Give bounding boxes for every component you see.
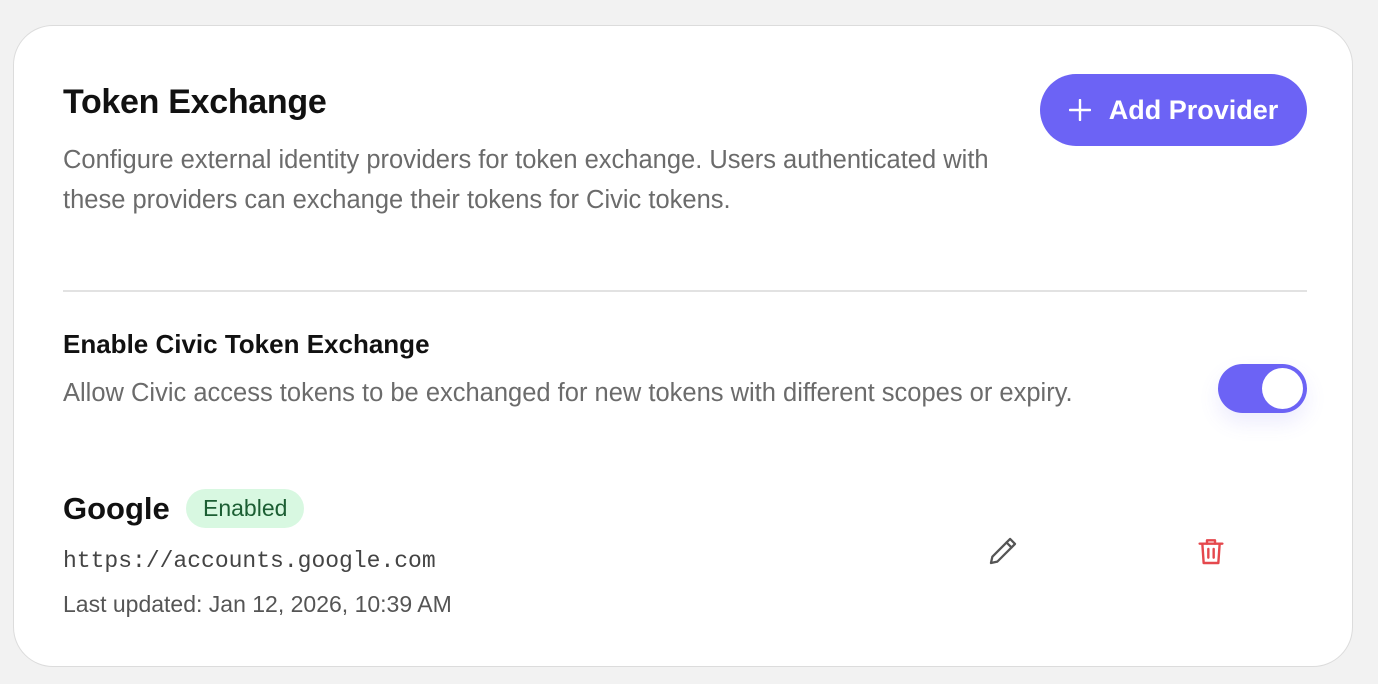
add-provider-label: Add Provider [1108, 94, 1279, 125]
status-badge: Enabled [186, 489, 305, 528]
plus-icon [1068, 99, 1091, 121]
section-description: Configure external identity providers fo… [63, 146, 989, 214]
divider [63, 290, 1307, 292]
token-exchange-card: Token Exchange Configure external identi… [13, 25, 1353, 667]
edit-provider-button[interactable] [983, 533, 1023, 573]
civic-exchange-toggle[interactable] [1218, 364, 1307, 413]
add-provider-button[interactable]: Add Provider [1040, 74, 1307, 146]
provider-url: https://accounts.google.com [63, 548, 436, 574]
delete-provider-button[interactable] [1191, 533, 1231, 573]
pencil-icon [986, 534, 1020, 573]
civic-exchange-title: Enable Civic Token Exchange [63, 329, 430, 359]
provider-name: Google [63, 491, 170, 526]
section-title: Token Exchange [63, 83, 327, 121]
provider-last-updated: Last updated: Jan 12, 2026, 10:39 AM [63, 591, 452, 617]
toggle-knob [1262, 368, 1303, 409]
trash-icon [1195, 535, 1227, 572]
civic-exchange-description: Allow Civic access tokens to be exchange… [63, 379, 1073, 407]
